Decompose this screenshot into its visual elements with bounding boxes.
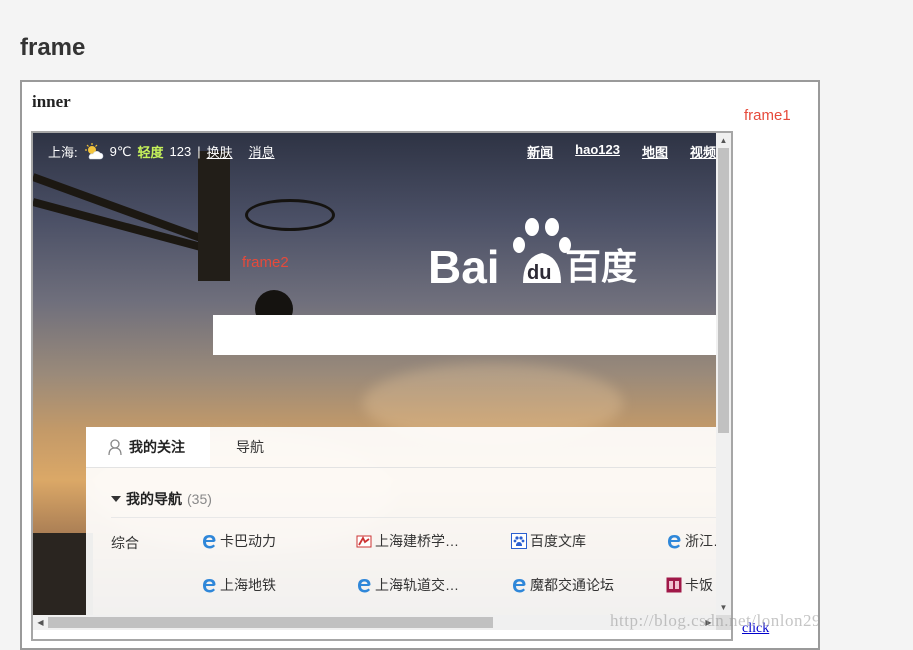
tab-label: 我的关注 <box>129 439 185 455</box>
baidu-page: 上海: 9℃ 轻度 123 | 换肤 消息 新闻 hao123 地图 视频 fr… <box>33 133 716 615</box>
message-link[interactable]: 消息 <box>249 142 275 161</box>
my-follow-panel: 我的关注 导航 我的导航 (35) 综合 卡巴动力 上海建桥学… 百度文库 浙江… <box>86 427 716 615</box>
search-input[interactable] <box>213 315 716 355</box>
site-label: 上海建桥学… <box>375 533 459 549</box>
page-title: frame <box>20 34 86 61</box>
nav-video[interactable]: 视频 <box>690 142 716 161</box>
hoop-ring <box>245 199 335 231</box>
scroll-left-arrow-icon[interactable]: ◀ <box>33 615 48 630</box>
my-nav-header[interactable]: 我的导航 (35) <box>111 489 212 509</box>
horizontal-scroll-thumb[interactable] <box>48 617 493 628</box>
site-link[interactable]: 上海轨道交… <box>356 575 459 595</box>
site-label: 上海轨道交… <box>375 577 459 593</box>
panel-tabs: 我的关注 导航 <box>86 427 716 468</box>
site-link[interactable]: 卡饭 <box>666 575 713 595</box>
logo-text-bai: Bai <box>428 241 500 287</box>
ie-icon <box>203 535 216 549</box>
section-title: 我的导航 <box>126 491 182 507</box>
site-label: 魔都交通论坛 <box>530 577 614 593</box>
baidu-logo: Bai du 百度 <box>428 218 637 287</box>
site-label: 浙江… <box>685 533 716 549</box>
nav-hao123[interactable]: hao123 <box>575 142 620 161</box>
vertical-scrollbar[interactable]: ▲ ▼ <box>716 133 731 615</box>
bridge-silhouette <box>33 533 93 615</box>
ie-icon <box>358 579 371 593</box>
site-link[interactable]: 上海地铁 <box>201 575 276 595</box>
site-label: 卡巴动力 <box>220 533 276 549</box>
embedded-iframe[interactable]: 上海: 9℃ 轻度 123 | 换肤 消息 新闻 hao123 地图 视频 fr… <box>31 131 733 641</box>
aqi-value: 123 <box>169 144 192 159</box>
air-quality: 轻度 <box>137 145 164 160</box>
tab-navigation[interactable]: 导航 <box>236 427 264 467</box>
backboard <box>198 151 230 281</box>
ie-icon <box>203 579 216 593</box>
caret-down-icon <box>111 496 121 502</box>
game-icon <box>666 577 682 593</box>
inner-label: inner <box>32 92 71 111</box>
outer-frame: inner frame1 click 上海: 9℃ 轻度 123 | 换肤 消息… <box>20 80 820 650</box>
logo-text-du: du <box>527 262 551 284</box>
school-icon <box>356 535 372 548</box>
site-link[interactable]: 浙江… <box>666 531 716 551</box>
city-label: 上海: <box>48 145 78 160</box>
logo-text-cn: 百度 <box>565 247 637 287</box>
baidu-topbar: 上海: 9℃ 轻度 123 | 换肤 消息 新闻 hao123 地图 视频 <box>33 133 716 167</box>
ie-icon <box>513 579 526 593</box>
site-link[interactable]: 卡巴动力 <box>201 531 276 551</box>
frame1-label: frame1 <box>744 107 791 124</box>
scroll-up-arrow-icon[interactable]: ▲ <box>716 133 731 148</box>
divider <box>111 517 716 518</box>
temperature: 9℃ <box>109 143 132 159</box>
skin-link[interactable]: 换肤 <box>207 142 233 161</box>
site-link[interactable]: 百度文库 <box>511 531 586 551</box>
ie-icon <box>668 535 681 549</box>
nav-map[interactable]: 地图 <box>642 142 668 161</box>
partly-cloudy-icon <box>84 142 103 159</box>
top-nav: 新闻 hao123 地图 视频 <box>527 142 716 161</box>
site-link[interactable]: 魔都交通论坛 <box>511 575 614 595</box>
site-label: 上海地铁 <box>220 577 276 593</box>
site-label: 百度文库 <box>530 533 586 549</box>
baidu-wenku-icon <box>511 533 527 549</box>
watermark: http://blog.csdn.net/lonlon29 <box>610 611 821 630</box>
frame2-label: frame2 <box>242 254 289 271</box>
category-label: 综合 <box>111 535 139 551</box>
tab-my-follow[interactable]: 我的关注 <box>86 427 210 467</box>
user-icon <box>108 439 122 455</box>
site-link[interactable]: 上海建桥学… <box>356 531 459 551</box>
vertical-scroll-thumb[interactable] <box>718 148 729 433</box>
nav-news[interactable]: 新闻 <box>527 142 553 161</box>
weather-bar: 上海: 9℃ 轻度 123 | 换肤 消息 <box>48 142 275 161</box>
topbar-separator: | <box>197 144 201 159</box>
section-count: (35) <box>187 491 212 507</box>
site-label: 卡饭 <box>685 577 713 593</box>
